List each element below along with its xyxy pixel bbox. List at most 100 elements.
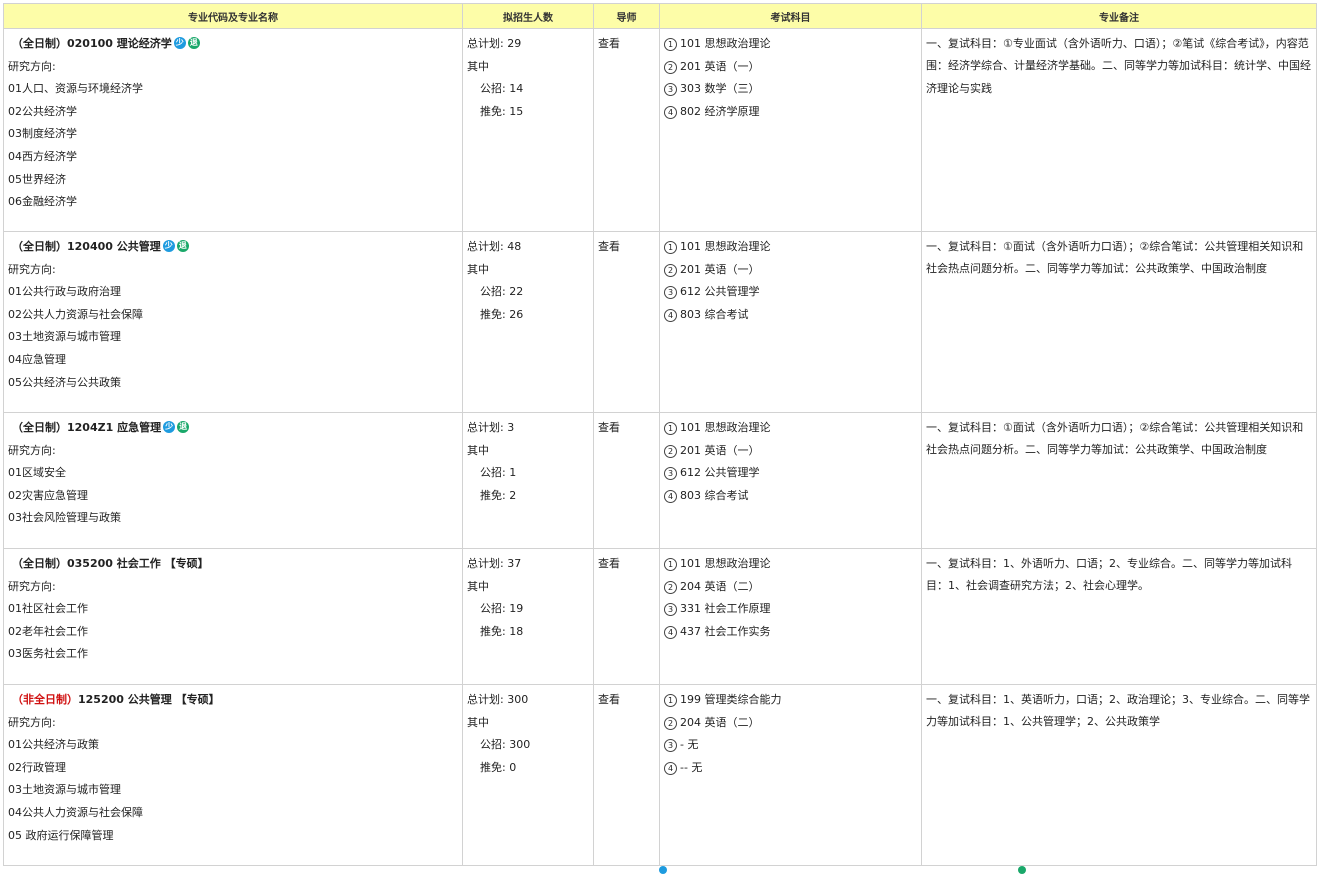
exam-subject-text: 802 经济学原理 — [680, 104, 760, 118]
total-plan-label: 总计划: — [467, 693, 504, 706]
program-table: 专业代码及专业名称 拟招生人数 导师 考试科目 专业备注 （全日制）020100… — [3, 3, 1317, 866]
exam-number-badge: 4 — [664, 489, 677, 503]
recommend-icon[interactable]: 退 — [177, 421, 190, 433]
view-tutor-link[interactable]: 查看 — [598, 553, 655, 576]
public-exam-value: 19 — [509, 602, 524, 616]
exam-subject: 2 201 英语（一） — [664, 440, 917, 463]
quota-block: 总计划: 3 其中 公招: 1 推免: 2 — [463, 413, 593, 507]
exam-number-badge: 3 — [664, 286, 677, 300]
total-plan-value: 37 — [507, 557, 522, 570]
table-header-row: 专业代码及专业名称 拟招生人数 导师 考试科目 专业备注 — [3, 3, 1317, 29]
recommend-label: 推免: — [480, 488, 506, 502]
remark-cell: 一、复试科目：1、外语听力、口语；2、专业综合。二、同等学力等加试科目：1、社会… — [921, 548, 1317, 685]
major-title: （全日制）020100 理论经济学少退 — [8, 33, 458, 56]
quota-cell: 总计划: 300 其中 公招: 300 推免: 0 — [462, 684, 594, 866]
exam-number-badge: 3 — [664, 603, 677, 617]
view-tutor-link[interactable]: 查看 — [598, 33, 655, 56]
research-direction-item: 02行政管理 — [8, 760, 66, 774]
tutor-icon[interactable]: 少 — [162, 240, 175, 252]
tutor-block: 查看 — [594, 685, 659, 712]
exam-subject: 3 331 社会工作原理 — [664, 598, 917, 621]
research-direction-item: 02灾害应急管理 — [8, 488, 88, 502]
public-exam: 公招: 300 — [467, 734, 589, 757]
recommend-count: 推免: 26 — [467, 304, 589, 327]
exam-subject-text: 803 综合考试 — [680, 488, 749, 502]
recommend-value: 15 — [509, 104, 524, 118]
total-plan: 总计划: 29 — [467, 33, 589, 56]
recommend-icon[interactable]: 退 — [176, 240, 189, 252]
research-direction-label: 研究方向: — [8, 443, 56, 457]
exam-subject: 1 101 思想政治理论 — [664, 553, 917, 576]
exams-cell: 1 101 思想政治理论 2 204 英语（二） 3 331 社会工作原理 4 437 社会工… — [659, 548, 922, 685]
tutor-block: 查看 — [594, 232, 659, 259]
research-direction-item: 02公共经济学 — [8, 104, 77, 118]
quota-cell: 总计划: 29 其中 公招: 14 推免: 15 — [462, 28, 594, 232]
view-tutor-link[interactable]: 查看 — [598, 417, 655, 440]
public-exam-value: 14 — [509, 82, 524, 96]
recommend-label: 推免: — [480, 624, 506, 638]
among-label: 其中 — [467, 59, 489, 73]
exam-subject: 4 802 经济学原理 — [664, 101, 917, 124]
total-plan: 总计划: 3 — [467, 417, 589, 440]
among-label: 其中 — [467, 579, 489, 593]
recommend-label: 推免: — [480, 104, 506, 118]
header-exams: 考试科目 — [659, 3, 922, 29]
exam-subject: 2 204 英语（二） — [664, 576, 917, 599]
research-direction-item: 03制度经济学 — [8, 127, 77, 141]
study-mode: （非全日制） — [12, 693, 78, 706]
major-code-name[interactable]: 120400 公共管理 — [67, 240, 161, 253]
exams-cell: 1 101 思想政治理论 2 201 英语（一） 3 612 公共管理学 4 803 综合考试 — [659, 231, 922, 413]
remark-text: 一、复试科目：①面试（含外语听力口语）；②综合笔试：公共管理相关知识和社会热点问… — [926, 240, 1304, 276]
research-direction-item: 05公共经济与公共政策 — [8, 375, 121, 389]
public-exam: 公招: 19 — [467, 598, 589, 621]
exam-subject: 1 101 思想政治理论 — [664, 417, 917, 440]
total-plan-label: 总计划: — [467, 37, 504, 50]
exam-number-badge: 2 — [664, 60, 677, 74]
research-direction-label: 研究方向: — [8, 262, 56, 276]
quota-block: 总计划: 37 其中 公招: 19 推免: 18 — [463, 549, 593, 643]
icon-fragment — [659, 866, 667, 874]
exam-subject: 4 803 综合考试 — [664, 485, 917, 508]
total-plan-label: 总计划: — [467, 240, 504, 253]
research-direction-item: 01公共行政与政府治理 — [8, 285, 121, 299]
recommend-count: 推免: 0 — [467, 757, 589, 780]
exam-subject-text: 101 思想政治理论 — [680, 421, 771, 434]
exam-subject: 4 803 综合考试 — [664, 304, 917, 327]
header-major: 专业代码及专业名称 — [3, 3, 463, 29]
exam-number-badge: 1 — [664, 558, 677, 571]
exams-block: 1 101 思想政治理论 2 204 英语（二） 3 331 社会工作原理 4 437 社会工… — [660, 549, 921, 643]
study-mode: （全日制） — [12, 37, 67, 50]
public-exam-value: 22 — [509, 285, 524, 299]
recommend-label: 推免: — [480, 307, 506, 321]
tutor-cell: 查看 — [593, 231, 660, 413]
major-code-name[interactable]: 125200 公共管理 — [78, 693, 172, 706]
total-plan-label: 总计划: — [467, 557, 504, 570]
exam-subject-text: 101 思想政治理论 — [680, 37, 771, 50]
recommend-icon[interactable]: 退 — [187, 37, 200, 49]
research-direction-label: 研究方向: — [8, 579, 56, 593]
research-direction-item: 04公共人力资源与社会保障 — [8, 805, 143, 819]
exam-subject-text: 204 英语（二） — [680, 715, 760, 729]
recommend-value: 18 — [509, 624, 524, 638]
among-label: 其中 — [467, 715, 489, 729]
exam-number-badge: 2 — [664, 263, 677, 277]
major-code-name[interactable]: 020100 理论经济学 — [67, 37, 172, 50]
research-direction-item: 02公共人力资源与社会保障 — [8, 307, 143, 321]
view-tutor-link[interactable]: 查看 — [598, 689, 655, 712]
tutor-icon[interactable]: 少 — [173, 37, 186, 49]
view-tutor-link[interactable]: 查看 — [598, 236, 655, 259]
major-code-name[interactable]: 1204Z1 应急管理 — [67, 421, 161, 434]
remark-cell: 一、复试科目：1、英语听力，口语；2、政治理论；3、专业综合。二、同等学力等加试… — [921, 684, 1317, 866]
exam-subject-text: 101 思想政治理论 — [680, 240, 771, 253]
public-exam-label: 公招: — [480, 602, 506, 616]
major-code-name[interactable]: 035200 社会工作 — [67, 557, 161, 570]
tutor-icon[interactable]: 少 — [163, 421, 176, 433]
study-mode: （全日制） — [12, 240, 67, 253]
exam-subject: 1 101 思想政治理论 — [664, 236, 917, 259]
public-exam: 公招: 22 — [467, 281, 589, 304]
exam-number-badge: 1 — [664, 241, 677, 254]
study-mode: （全日制） — [12, 557, 67, 570]
research-direction-item: 03医务社会工作 — [8, 647, 88, 661]
exams-cell: 1 101 思想政治理论 2 201 英语（一） 3 303 数学（三） 4 802 经济学原… — [659, 28, 922, 232]
exams-block: 1 101 思想政治理论 2 201 英语（一） 3 612 公共管理学 4 803 综合考试 — [660, 413, 921, 507]
